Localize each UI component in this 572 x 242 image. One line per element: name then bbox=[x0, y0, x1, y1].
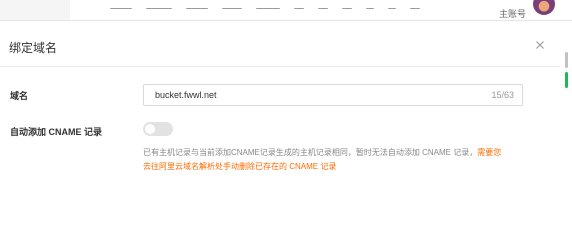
help-text-orange-2: 去往阿里云域名解析处手动删除已存在的 CNAME 记录 bbox=[143, 162, 337, 171]
console-header: 主账号 bbox=[0, 0, 572, 21]
close-icon[interactable] bbox=[532, 37, 548, 53]
domain-input-value[interactable]: bucket.fwwl.net bbox=[155, 90, 217, 100]
dialog-title: 绑定域名 bbox=[9, 41, 58, 55]
avatar[interactable] bbox=[533, 0, 555, 15]
toggle-knob bbox=[145, 124, 155, 134]
domain-char-count: 15/63 bbox=[491, 90, 514, 100]
dialog-scrollbar[interactable] bbox=[563, 52, 570, 242]
domain-label: 域名 bbox=[10, 91, 29, 101]
header-nav-clipped bbox=[110, 0, 450, 9]
help-text-gray: 已有主机记录与当前添加CNAME记录生成的主机记录相同，暂时无法自动添加 CNA… bbox=[143, 148, 478, 157]
auto-cname-label: 自动添加 CNAME 记录 bbox=[10, 127, 102, 137]
auto-cname-toggle[interactable] bbox=[143, 122, 173, 136]
scrollbar-thumb[interactable] bbox=[565, 52, 568, 68]
account-label[interactable]: 主账号 bbox=[499, 7, 526, 20]
dialog-header: 绑定域名 bbox=[0, 29, 560, 67]
header-left-area bbox=[0, 0, 70, 20]
scrollbar-indicator bbox=[565, 72, 568, 88]
domain-input[interactable]: bucket.fwwl.net 15/63 bbox=[143, 84, 523, 106]
auto-cname-help: 已有主机记录与当前添加CNAME记录生成的主机记录相同，暂时无法自动添加 CNA… bbox=[143, 146, 538, 174]
help-text-orange-1: 需要您 bbox=[477, 148, 502, 157]
page: 主账号 绑定域名 域名 bucket.fwwl.net 15/63 自动添加 C… bbox=[0, 0, 572, 242]
